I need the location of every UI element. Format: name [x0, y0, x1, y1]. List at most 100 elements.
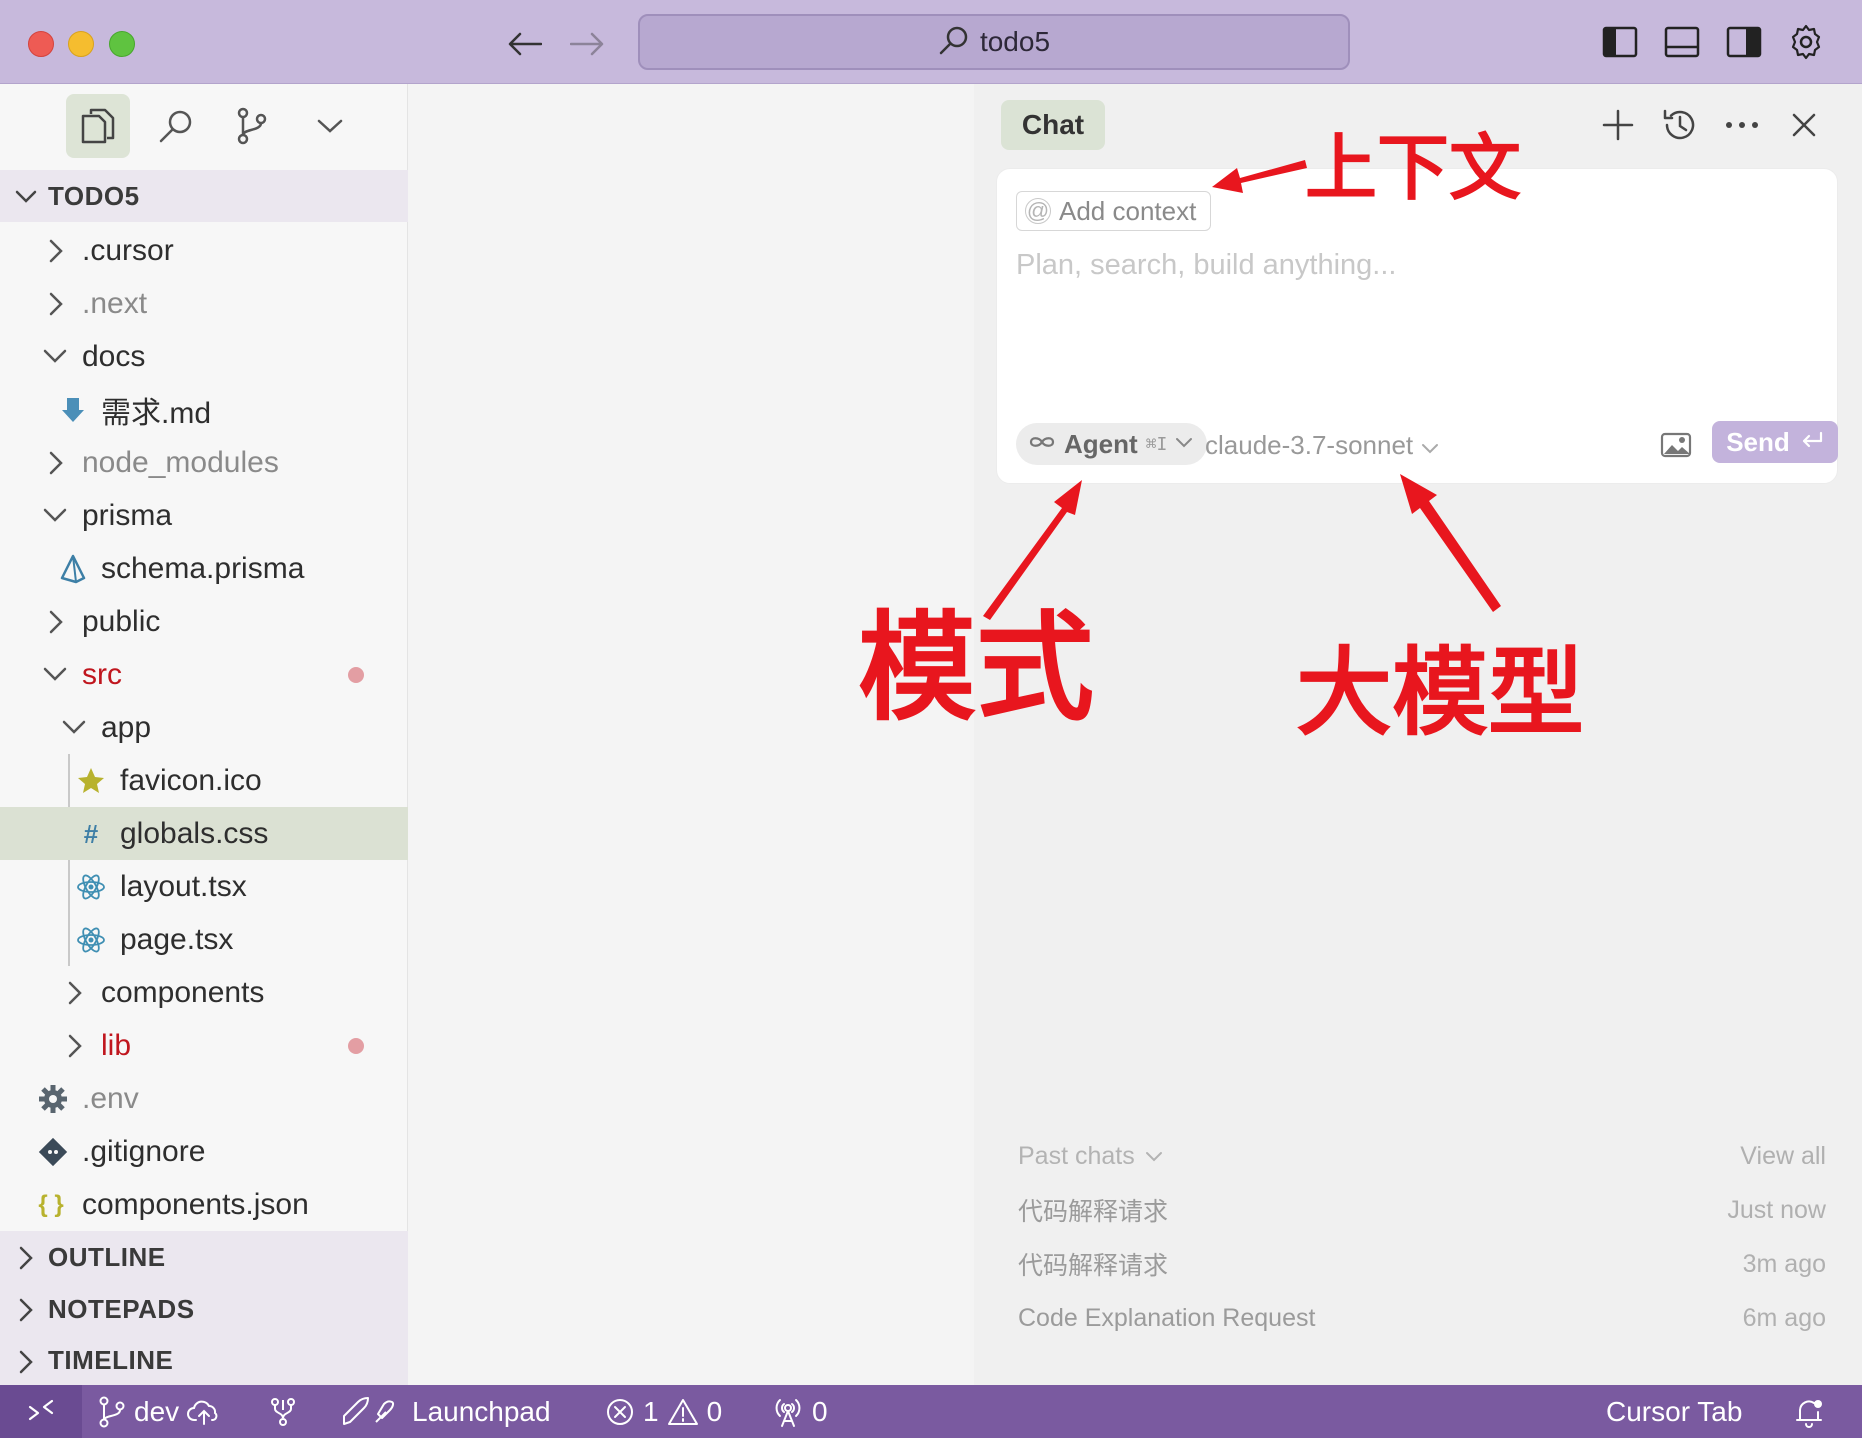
cursor-tab-indicator[interactable]: Cursor Tab	[1606, 1385, 1742, 1438]
settings-gear-icon[interactable]	[1786, 22, 1826, 62]
notifications-bell-icon[interactable]	[1794, 1385, 1824, 1438]
toggle-secondary-sidebar-icon[interactable]	[1724, 22, 1764, 62]
activity-bar	[0, 84, 407, 168]
infinity-icon	[1028, 434, 1056, 455]
chevron-right-icon	[44, 450, 68, 481]
tree-folder-app[interactable]: app	[0, 701, 408, 754]
tree-folder-node-modules[interactable]: node_modules	[0, 436, 408, 489]
chevron-right-icon	[14, 1297, 38, 1328]
notepads-section-header[interactable]: NOTEPADS	[0, 1283, 408, 1335]
minimize-window-button[interactable]	[68, 31, 94, 57]
past-chat-item[interactable]: 代码解释请求 Just now	[1018, 1188, 1826, 1232]
markdown-file-icon	[56, 393, 90, 427]
explorer-files-icon[interactable]	[66, 94, 130, 158]
chevron-down-icon	[42, 344, 68, 373]
tree-file-page-tsx[interactable]: page.tsx	[0, 913, 408, 966]
chevron-down-icon	[1145, 1152, 1162, 1162]
tree-file-requirements-md[interactable]: 需求.md	[0, 383, 408, 436]
chevron-down-icon	[61, 715, 87, 744]
at-sign-icon: @	[1025, 198, 1051, 224]
close-chat-icon[interactable]	[1782, 103, 1826, 147]
branch-indicator[interactable]: dev	[98, 1385, 221, 1438]
remote-indicator[interactable]	[0, 1385, 82, 1438]
chat-history-icon[interactable]	[1658, 103, 1702, 147]
back-arrow-icon[interactable]	[503, 22, 547, 66]
modified-dot	[348, 1038, 364, 1054]
past-chats-toggle[interactable]: Past chats	[1018, 1142, 1163, 1171]
add-context-button[interactable]: @ Add context	[1016, 191, 1212, 231]
enter-key-icon	[1800, 427, 1824, 458]
more-options-icon[interactable]	[1720, 103, 1764, 147]
forward-arrow-icon[interactable]	[565, 22, 609, 66]
error-icon	[607, 1398, 633, 1425]
modified-dot	[348, 667, 364, 683]
outline-section-header[interactable]: OUTLINE	[0, 1231, 408, 1283]
warning-icon	[667, 1398, 698, 1425]
past-chats-header: Past chats View all	[1018, 1134, 1826, 1178]
explorer-root-header[interactable]: TODO5	[0, 170, 408, 222]
tree-folder-lib[interactable]: lib	[0, 1019, 408, 1072]
tree-folder-components[interactable]: components	[0, 966, 408, 1019]
chevron-right-icon	[44, 609, 68, 640]
remote-icon	[28, 1399, 54, 1420]
status-bar: dev Launchpad 1 0 0 Cursor Tab	[0, 1385, 1862, 1438]
toggle-panel-icon[interactable]	[1662, 22, 1702, 62]
command-center-search[interactable]: todo5	[638, 14, 1350, 70]
problems-indicator[interactable]: 1 0	[605, 1385, 722, 1438]
chevron-right-icon	[63, 1033, 87, 1064]
react-file-icon	[74, 870, 108, 904]
annotation-mode-label: 模式	[858, 599, 1095, 737]
toggle-primary-sidebar-icon[interactable]	[1600, 22, 1640, 62]
tree-file-env[interactable]: .env	[0, 1072, 408, 1125]
annotation-model-label: 大模型	[1296, 637, 1584, 749]
tree-folder-next[interactable]: .next	[0, 277, 408, 330]
view-all-link[interactable]: View all	[1740, 1142, 1826, 1171]
tree-file-components-json[interactable]: { } components.json	[0, 1178, 408, 1231]
tab-chat[interactable]: Chat	[1001, 100, 1105, 150]
past-chat-item[interactable]: Code Explanation Request 6m ago	[1018, 1296, 1826, 1340]
cloud-sync-icon	[187, 1400, 218, 1425]
tree-file-schema-prisma[interactable]: schema.prisma	[0, 542, 408, 595]
tree-file-gitignore[interactable]: .gitignore	[0, 1125, 408, 1178]
chevron-down-icon	[14, 184, 38, 213]
model-selector[interactable]: claude-3.7-sonnet	[1205, 425, 1439, 465]
tree-file-favicon[interactable]: favicon.ico	[0, 754, 408, 807]
chevron-right-icon	[14, 1245, 38, 1276]
more-views-chevron-icon[interactable]	[298, 94, 362, 158]
tree-file-globals-css[interactable]: # globals.css	[0, 807, 408, 860]
mode-selector[interactable]: Agent ⌘I	[1016, 423, 1208, 465]
send-button[interactable]: Send	[1712, 421, 1838, 463]
chevron-right-icon	[44, 291, 68, 322]
react-file-icon	[74, 923, 108, 957]
broadcast-icon	[775, 1398, 801, 1427]
launchpad-button[interactable]: Launchpad	[340, 1385, 551, 1438]
chat-input-card: @ Add context Plan, search, build anythi…	[996, 168, 1838, 484]
annotation-context-label: 上下文	[1305, 126, 1522, 210]
attach-image-icon[interactable]	[1657, 426, 1695, 464]
source-control-icon[interactable]	[220, 94, 284, 158]
git-graph-button[interactable]	[268, 1385, 298, 1438]
prisma-file-icon	[56, 552, 90, 586]
gear-file-icon	[36, 1082, 70, 1116]
search-view-icon[interactable]	[144, 94, 208, 158]
past-chat-item[interactable]: 代码解释请求 3m ago	[1018, 1242, 1826, 1286]
ports-indicator[interactable]: 0	[772, 1385, 828, 1438]
chevron-down-icon	[42, 662, 68, 691]
tree-folder-public[interactable]: public	[0, 595, 408, 648]
chat-prompt-input[interactable]: Plan, search, build anything...	[1016, 249, 1396, 282]
new-chat-plus-icon[interactable]	[1596, 103, 1640, 147]
tree-folder-docs[interactable]: docs	[0, 330, 408, 383]
git-branch-icon	[99, 1396, 125, 1427]
chevron-right-icon	[63, 980, 87, 1011]
root-folder-label: TODO5	[48, 180, 140, 211]
close-window-button[interactable]	[28, 31, 54, 57]
zoom-window-button[interactable]	[109, 31, 135, 57]
git-file-icon	[36, 1135, 70, 1169]
tree-folder-prisma[interactable]: prisma	[0, 489, 408, 542]
tree-folder-src[interactable]: src	[0, 648, 408, 701]
tree-folder-cursor[interactable]: .cursor	[0, 224, 408, 277]
tree-file-layout-tsx[interactable]: layout.tsx	[0, 860, 408, 913]
title-bar: todo5	[0, 0, 1862, 84]
timeline-section-header[interactable]: TIMELINE	[0, 1335, 408, 1385]
chevron-right-icon	[14, 1349, 38, 1380]
